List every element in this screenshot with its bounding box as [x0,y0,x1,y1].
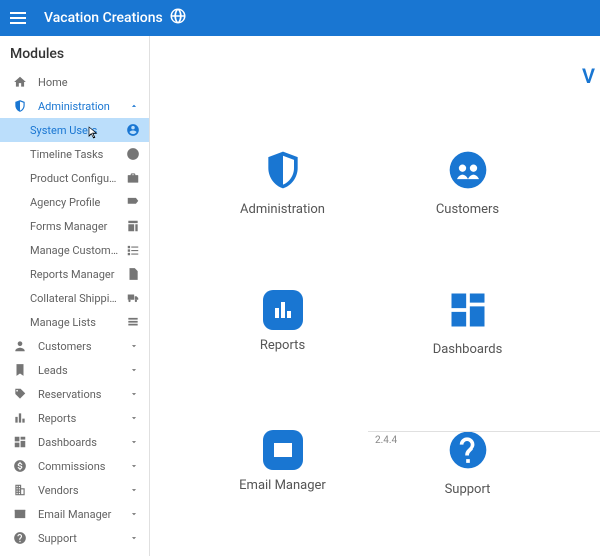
sidebar-item-customers[interactable]: Customers [0,334,149,358]
card-label: Administration [240,202,325,217]
briefcase-icon [125,170,141,186]
sidebar-subitem-product-configuration[interactable]: Product Configuration [0,166,149,190]
money-icon [12,458,28,474]
sidebar-subitem-collateral-shipping[interactable]: Collateral Shipping [0,286,149,310]
sidebar-subitem-forms-manager[interactable]: Forms Manager [0,214,149,238]
chevron-down-icon [127,435,141,449]
sidebar-subitem-agency-profile[interactable]: Agency Profile [0,190,149,214]
sidebar-item-label: Support [38,532,127,545]
sidebar-subitem-timeline-tasks[interactable]: Timeline Tasks [0,142,149,166]
chevron-down-icon [127,459,141,473]
card-email-manager[interactable]: Email Manager [210,396,355,526]
sidebar-item-label: Commissions [38,460,127,473]
sidebar-item-home[interactable]: Home [0,70,149,94]
sidebar-item-label: Email Manager [38,508,127,521]
help-circle-icon [444,426,492,474]
people-circle-icon [444,146,492,194]
chevron-down-icon [127,411,141,425]
main-content: V Administration Customers Reports Dashboar… [150,36,600,556]
sidebar-item-leads[interactable]: Leads [0,358,149,382]
welcome-text: V [582,64,596,88]
mail-icon [12,506,28,522]
user-circle-icon [125,122,141,138]
sidebar-subitem-label: Product Configuration [30,172,119,185]
sidebar-header: Modules [0,36,149,70]
sidebar-item-label: Reservations [38,388,127,401]
chevron-down-icon [127,339,141,353]
bookmark-icon [12,362,28,378]
sidebar-item-support[interactable]: Support [0,526,149,550]
sidebar-item-reports[interactable]: Reports [0,406,149,430]
sidebar-subitem-label: Collateral Shipping [30,292,119,305]
sidebar-item-dashboards[interactable]: Dashboards [0,430,149,454]
doc-icon [125,266,141,282]
sidebar-item-label: Vendors [38,484,127,497]
sidebar-subitem-label: Timeline Tasks [30,148,119,161]
version-label: 2.4.4 [375,435,397,446]
sidebar-subitem-system-users[interactable]: System Users [0,118,149,142]
shield-icon [259,146,307,194]
globe-icon [169,7,187,29]
dashboard-icon [12,434,28,450]
home-icon [12,74,28,90]
card-customers[interactable]: Customers [395,116,540,246]
help-icon [12,530,28,546]
list-check-icon [125,242,141,258]
sidebar-item-administration[interactable]: Administration [0,94,149,118]
sidebar-subitem-label: Forms Manager [30,220,119,233]
app-title-text: Vacation Creations [44,10,163,26]
sidebar-subitem-label: Agency Profile [30,196,119,209]
sidebar-item-label: Home [38,76,141,89]
dashboard-big-icon [444,286,492,334]
sidebar-item-label: Administration [38,100,127,113]
card-label: Email Manager [239,478,326,493]
sidebar-subitem-reports-manager[interactable]: Reports Manager [0,262,149,286]
footer-divider [368,431,600,432]
sidebar-subitem-label: System Users [30,124,119,137]
chevron-down-icon [127,387,141,401]
chevron-up-icon [127,99,141,113]
app-title: Vacation Creations [44,7,187,29]
sidebar-item-reservations[interactable]: Reservations [0,382,149,406]
pricetag-icon [12,386,28,402]
truck-icon [125,290,141,306]
bar-chart-box-icon [263,290,303,330]
card-administration[interactable]: Administration [210,116,355,246]
bar-chart-icon [12,410,28,426]
card-label: Reports [260,338,305,353]
hamburger-menu-button[interactable] [10,7,32,29]
sidebar-item-vendors[interactable]: Vendors [0,478,149,502]
sidebar-subitem-label: Manage Customer T… [30,244,119,257]
card-dashboards[interactable]: Dashboards [395,256,540,386]
sidebar-item-commissions[interactable]: Commissions [0,454,149,478]
topbar: Vacation Creations [0,0,600,36]
sidebar-item-email-manager[interactable]: Email Manager [0,502,149,526]
tag-icon [125,194,141,210]
list-icon [125,314,141,330]
people-icon [12,338,28,354]
sidebar-subitem-manage-customer-t-[interactable]: Manage Customer T… [0,238,149,262]
building-icon [12,482,28,498]
sidebar-subitem-label: Reports Manager [30,268,119,281]
sidebar-item-label: Customers [38,340,127,353]
card-label: Customers [436,202,499,217]
sidebar-subitem-label: Manage Lists [30,316,119,329]
chevron-down-icon [127,363,141,377]
sidebar: Modules Home Administration System Users Ti… [0,36,150,556]
chevron-down-icon [127,483,141,497]
sidebar-item-label: Reports [38,412,127,425]
chevron-down-icon [127,531,141,545]
clock-icon [125,146,141,162]
sidebar-item-label: Leads [38,364,127,377]
sidebar-item-label: Dashboards [38,436,127,449]
card-support[interactable]: Support [395,396,540,526]
card-label: Support [445,482,491,497]
shield-icon [12,98,28,114]
card-reports[interactable]: Reports [210,256,355,386]
mail-big-icon [263,430,303,470]
card-label: Dashboards [433,342,503,357]
chevron-down-icon [127,507,141,521]
sidebar-subitem-manage-lists[interactable]: Manage Lists [0,310,149,334]
form-icon [125,218,141,234]
